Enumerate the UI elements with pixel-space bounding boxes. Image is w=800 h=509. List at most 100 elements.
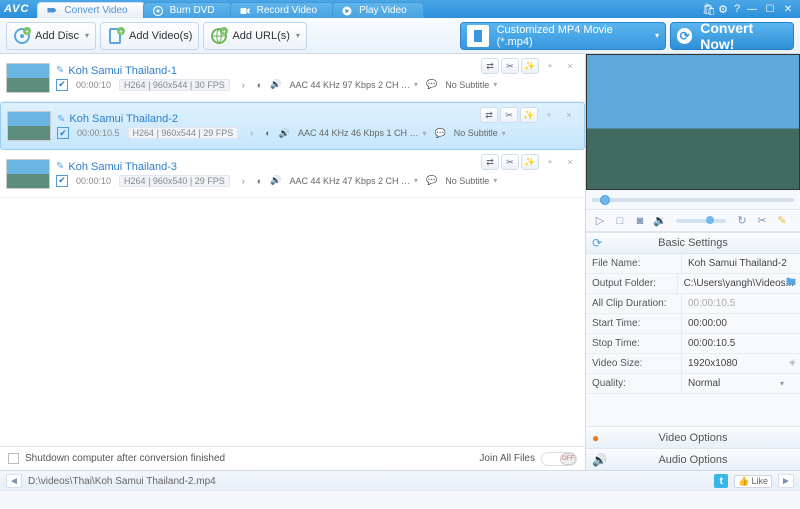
dropdown-arrow-icon: ▾ bbox=[85, 31, 89, 40]
audio-info[interactable]: AAC 44 KHz 47 Kbps 2 CH …▾ bbox=[289, 176, 418, 186]
setting-key: All Clip Duration: bbox=[586, 294, 682, 313]
tab-burn-dvd[interactable]: Burn DVD bbox=[143, 2, 232, 18]
file-list-pane: ✎ Koh Samui Thailand-1 ✔ 00:00:10 H264 |… bbox=[0, 54, 586, 470]
tab-play-video[interactable]: Play Video bbox=[332, 2, 424, 18]
convert-now-button[interactable]: ⟳ Convert Now! bbox=[670, 22, 794, 50]
seek-handle[interactable] bbox=[600, 195, 610, 205]
rotate-icon[interactable]: ↻ bbox=[734, 213, 750, 229]
remove-icon[interactable]: × bbox=[560, 107, 578, 123]
status-bar: ◄ D:\videos\Thai\Koh Samui Thailand-2.mp… bbox=[0, 470, 800, 491]
swap-icon[interactable]: ⇄ bbox=[481, 154, 499, 170]
effects-icon[interactable]: ✎ bbox=[774, 213, 790, 229]
file-name-field[interactable]: Koh Samui Thailand-2 bbox=[682, 254, 800, 273]
play-icon[interactable]: ▷ bbox=[592, 213, 608, 229]
subtitle-info[interactable]: No Subtitle▾ bbox=[445, 176, 497, 186]
remove-icon[interactable]: × bbox=[561, 58, 579, 74]
volume-icon[interactable]: 🔉 bbox=[652, 213, 668, 229]
audio-options-header[interactable]: 🔊 Audio Options bbox=[586, 448, 800, 470]
shutdown-checkbox[interactable] bbox=[8, 453, 19, 464]
folder-icon[interactable]: 🖿 bbox=[786, 275, 796, 292]
orientation-icon[interactable]: ◐ bbox=[257, 80, 262, 90]
edit-icon[interactable]: ✎ bbox=[56, 65, 64, 76]
thumbnail bbox=[6, 159, 50, 189]
help-icon[interactable]: ? bbox=[730, 3, 744, 15]
orientation-icon[interactable]: ◐ bbox=[257, 176, 262, 186]
subtitle-info[interactable]: No Subtitle▾ bbox=[454, 128, 506, 138]
setting-key: Start Time: bbox=[586, 314, 682, 333]
cut-icon[interactable]: ✂ bbox=[500, 107, 518, 123]
add-urls-button[interactable]: + Add URL(s) ▾ bbox=[203, 22, 306, 50]
disc-icon bbox=[152, 5, 164, 17]
edit-icon[interactable]: ✎ bbox=[57, 114, 65, 125]
audio-icon: 🔊 bbox=[592, 453, 607, 467]
speaker-icon: 🔊 bbox=[279, 128, 290, 139]
prev-icon[interactable]: ◄ bbox=[6, 474, 22, 488]
stop-icon[interactable]: □ bbox=[612, 213, 628, 229]
file-row[interactable]: ✎ Koh Samui Thailand-2 ✔ 00:00:10.5 H264… bbox=[0, 102, 585, 150]
cut-icon[interactable]: ✂ bbox=[501, 58, 519, 74]
row-actions: ⇄ ✂ ✨ + × bbox=[481, 58, 579, 74]
video-size-select[interactable]: 1920x1080 bbox=[682, 354, 800, 373]
basic-settings: File Name:Koh Samui Thailand-2 Output Fo… bbox=[586, 254, 800, 394]
output-profile-button[interactable]: Customized MP4 Movie (*.mp4) ▾ bbox=[460, 22, 666, 50]
join-toggle[interactable]: OFF bbox=[541, 452, 577, 466]
main-tabs: Convert Video Burn DVD Record Video Play… bbox=[37, 0, 702, 18]
checkbox[interactable]: ✔ bbox=[56, 79, 68, 91]
close-button[interactable]: ✕ bbox=[780, 3, 796, 15]
trim-icon[interactable]: ✂ bbox=[754, 213, 770, 229]
cut-icon[interactable]: ✂ bbox=[501, 154, 519, 170]
maximize-button[interactable]: ☐ bbox=[762, 3, 778, 15]
facebook-like-button[interactable]: 👍Like bbox=[734, 475, 772, 488]
quality-select[interactable]: Normal bbox=[682, 374, 800, 393]
dropdown-arrow-icon: ▾ bbox=[296, 31, 300, 40]
seek-bar[interactable] bbox=[586, 190, 800, 210]
arrow-icon: › bbox=[242, 80, 245, 90]
add-icon[interactable]: + bbox=[541, 154, 559, 170]
tab-convert-video[interactable]: Convert Video bbox=[37, 2, 144, 18]
audio-info[interactable]: AAC 44 KHz 97 Kbps 2 CH …▾ bbox=[289, 80, 418, 90]
add-icon[interactable]: + bbox=[540, 107, 558, 123]
add-videos-button[interactable]: + Add Video(s) bbox=[100, 22, 199, 50]
file-row[interactable]: ✎ Koh Samui Thailand-1 ✔ 00:00:10 H264 |… bbox=[0, 54, 585, 102]
preview-player[interactable] bbox=[586, 54, 800, 190]
shop-icon[interactable]: 🛍 bbox=[702, 3, 716, 15]
file-plus-icon: + bbox=[107, 27, 125, 45]
duration: 00:00:10 bbox=[76, 176, 111, 186]
settings-icon[interactable]: ⚙ bbox=[716, 3, 730, 15]
snapshot-icon[interactable]: ◙ bbox=[632, 213, 648, 229]
output-folder-field[interactable]: C:\Users\yangh\Videos...🖿 bbox=[678, 274, 800, 293]
wand-icon[interactable]: ✨ bbox=[521, 58, 539, 74]
row-actions: ⇄ ✂ ✨ + × bbox=[480, 107, 578, 123]
dropdown-arrow-icon: ▾ bbox=[655, 31, 659, 40]
convert-icon bbox=[46, 5, 58, 17]
audio-info[interactable]: AAC 44 KHz 46 Kbps 1 CH …▾ bbox=[298, 128, 427, 138]
start-time-field[interactable]: 00:00:00 bbox=[682, 314, 800, 333]
volume-slider[interactable] bbox=[676, 219, 726, 223]
subtitle-info[interactable]: No Subtitle▾ bbox=[445, 80, 497, 90]
minimize-button[interactable]: — bbox=[744, 3, 760, 15]
remove-icon[interactable]: × bbox=[561, 154, 579, 170]
swap-icon[interactable]: ⇄ bbox=[480, 107, 498, 123]
tab-record-video[interactable]: Record Video bbox=[230, 2, 334, 18]
wand-icon[interactable]: ✨ bbox=[521, 154, 539, 170]
checkbox[interactable]: ✔ bbox=[57, 127, 69, 139]
checkbox[interactable]: ✔ bbox=[56, 175, 68, 187]
wand-icon[interactable]: ✨ bbox=[520, 107, 538, 123]
video-options-header[interactable]: ● Video Options bbox=[586, 426, 800, 448]
add-icon[interactable]: + bbox=[541, 58, 559, 74]
stop-time-field[interactable]: 00:00:10.5 bbox=[682, 334, 800, 353]
edit-icon[interactable]: ✎ bbox=[56, 161, 64, 172]
side-pane: ▷ □ ◙ 🔉 ↻ ✂ ✎ ⟳ Basic Settings File Name… bbox=[586, 54, 800, 470]
swap-icon[interactable]: ⇄ bbox=[481, 58, 499, 74]
film-icon bbox=[467, 25, 489, 47]
subtitle-icon: 💬 bbox=[426, 175, 437, 186]
disc-plus-icon: + bbox=[13, 27, 31, 45]
file-row[interactable]: ✎ Koh Samui Thailand-3 ✔ 00:00:10 H264 |… bbox=[0, 150, 585, 198]
orientation-icon[interactable]: ◐ bbox=[265, 128, 270, 138]
arrow-icon: › bbox=[242, 176, 245, 186]
add-disc-button[interactable]: + Add Disc ▾ bbox=[6, 22, 96, 50]
refresh-icon[interactable]: ⟳ bbox=[592, 236, 602, 250]
twitter-icon[interactable]: t bbox=[714, 474, 728, 488]
next-icon[interactable]: ► bbox=[778, 474, 794, 488]
tab-label: Record Video bbox=[257, 5, 317, 16]
